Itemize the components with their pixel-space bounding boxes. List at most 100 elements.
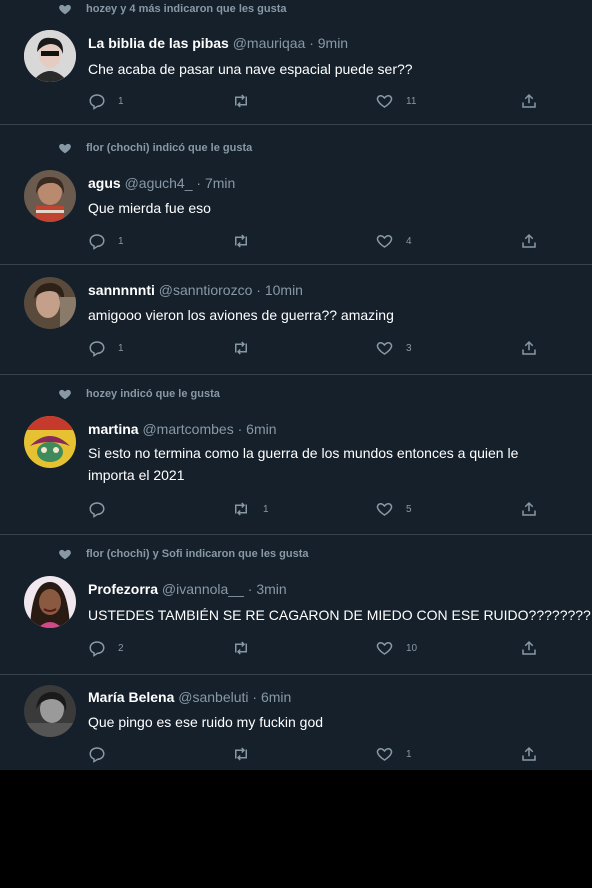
timestamp[interactable]: 10min — [265, 282, 303, 298]
tweet-header: sannnnnti @sanntiorozco · 10min — [88, 282, 303, 298]
retweet-icon — [235, 94, 247, 108]
reply-count: 1 — [118, 342, 124, 354]
reply-icon — [89, 341, 105, 357]
avatar[interactable] — [24, 170, 76, 222]
separator-dot: · — [196, 175, 202, 191]
timestamp[interactable]: 7min — [205, 175, 235, 191]
timestamp[interactable]: 6min — [261, 689, 291, 705]
social-context-text: flor (chochi) indicó que le gusta — [86, 142, 253, 154]
tweet[interactable]: sannnnnti @sanntiorozco · 10min amigooo … — [0, 265, 592, 375]
display-name[interactable]: María Belena — [88, 689, 174, 705]
share-button[interactable] — [520, 91, 538, 111]
retweet-button[interactable] — [231, 231, 263, 251]
display-name[interactable]: sannnnnti — [88, 282, 155, 298]
like-button[interactable]: 3 — [375, 338, 412, 358]
avatar[interactable] — [24, 576, 76, 628]
display-name[interactable]: Profezorra — [88, 581, 158, 597]
reply-button[interactable]: 2 — [88, 638, 124, 658]
retweet-icon — [235, 502, 247, 516]
heart-filled-icon — [59, 389, 71, 400]
retweet-button[interactable] — [231, 338, 263, 358]
like-button[interactable]: 1 — [375, 744, 412, 764]
user-handle[interactable]: @ivannola__ — [162, 581, 244, 597]
avatar-image — [24, 30, 76, 82]
like-button[interactable]: 4 — [375, 231, 412, 251]
share-button[interactable] — [520, 231, 538, 251]
reply-button[interactable] — [88, 499, 118, 519]
share-icon — [522, 340, 536, 355]
display-name[interactable]: martina — [88, 421, 139, 437]
user-handle[interactable]: @sanbeluti — [178, 689, 248, 705]
avatar[interactable] — [24, 685, 76, 737]
reply-icon — [89, 641, 105, 657]
avatar-image — [24, 277, 76, 329]
reply-button[interactable]: 1 — [88, 91, 124, 111]
like-button[interactable]: 11 — [375, 91, 416, 111]
social-context: hozey indicó que le gusta — [58, 386, 220, 402]
timestamp[interactable]: 9min — [318, 35, 348, 51]
tweet-actions: 2 10 — [88, 638, 548, 658]
social-context: hozey y 4 más indicaron que les gusta — [58, 1, 287, 17]
display-name[interactable]: La biblia de las pibas — [88, 35, 229, 51]
reply-count: 1 — [118, 95, 124, 107]
timestamp[interactable]: 3min — [256, 581, 286, 597]
share-button[interactable] — [520, 499, 538, 519]
social-context: flor (chochi) y Sofi indicaron que les g… — [58, 546, 308, 562]
retweet-button[interactable] — [231, 744, 263, 764]
separator-dot: · — [252, 689, 258, 705]
social-context: flor (chochi) indicó que le gusta — [58, 140, 252, 156]
heart-outline-icon — [376, 234, 393, 248]
retweet-count: 1 — [263, 503, 269, 515]
timestamp[interactable]: 6min — [246, 421, 276, 437]
reply-button[interactable]: 1 — [88, 338, 124, 358]
social-context-text: hozey indicó que le gusta — [86, 388, 220, 400]
tweet-header: agus @aguch4_ · 7min — [88, 175, 235, 191]
tweet[interactable]: María Belena @sanbeluti · 6min Que pingo… — [0, 675, 592, 770]
timeline-feed: hozey y 4 más indicaron que les gusta La… — [0, 0, 592, 770]
user-handle[interactable]: @martcombes — [142, 421, 233, 437]
tweet[interactable]: flor (chochi) indicó que le gusta agus @… — [0, 125, 592, 265]
reply-icon — [89, 747, 105, 763]
user-handle[interactable]: @sanntiorozco — [159, 282, 253, 298]
tweet-text-line: amigooo vieron los aviones de guerra?? a… — [88, 307, 394, 323]
like-button[interactable]: 5 — [375, 499, 412, 519]
letterbox-area — [0, 770, 592, 888]
tweet-text-line: importa el 2021 — [88, 467, 185, 483]
heart-outline-icon — [376, 747, 393, 761]
tweet-header: martina @martcombes · 6min — [88, 421, 277, 437]
tweet-header: La biblia de las pibas @mauriqaa · 9min — [88, 35, 348, 51]
separator-dot: · — [256, 282, 261, 298]
tweet[interactable]: flor (chochi) y Sofi indicaron que les g… — [0, 535, 592, 675]
like-button[interactable]: 10 — [375, 638, 417, 658]
social-context-text: flor (chochi) y Sofi indicaron que les g… — [86, 548, 309, 560]
reply-icon — [89, 234, 105, 250]
tweet-text-line: Que mierda fue eso — [88, 200, 211, 216]
retweet-button[interactable]: 1 — [231, 499, 269, 519]
avatar-image — [24, 170, 76, 222]
avatar-image — [24, 685, 76, 737]
user-handle[interactable]: @aguch4_ — [125, 175, 193, 191]
retweet-button[interactable] — [231, 91, 263, 111]
display-name[interactable]: agus — [88, 175, 121, 191]
share-icon — [522, 233, 536, 248]
reply-icon — [89, 502, 105, 518]
separator-dot: · — [309, 35, 314, 51]
reply-button[interactable]: 1 — [88, 231, 124, 251]
reply-button[interactable] — [88, 744, 118, 764]
tweet-text: amigooo vieron los aviones de guerra?? a… — [88, 304, 588, 326]
retweet-button[interactable] — [231, 638, 263, 658]
avatar[interactable] — [24, 30, 76, 82]
tweet[interactable]: hozey indicó que le gusta martina @martc… — [0, 375, 592, 535]
retweet-icon — [235, 341, 247, 355]
user-handle[interactable]: @mauriqaa — [233, 35, 306, 51]
tweet-text: USTEDES TAMBIÉN SE RE CAGARON DE MIEDO C… — [88, 604, 591, 626]
share-button[interactable] — [520, 638, 538, 658]
tweet[interactable]: hozey y 4 más indicaron que les gusta La… — [0, 0, 592, 125]
share-button[interactable] — [520, 744, 538, 764]
share-icon — [522, 501, 536, 516]
share-button[interactable] — [520, 338, 538, 358]
like-count: 5 — [406, 503, 412, 515]
like-count: 1 — [406, 748, 412, 760]
avatar[interactable] — [24, 277, 76, 329]
avatar[interactable] — [24, 416, 76, 468]
